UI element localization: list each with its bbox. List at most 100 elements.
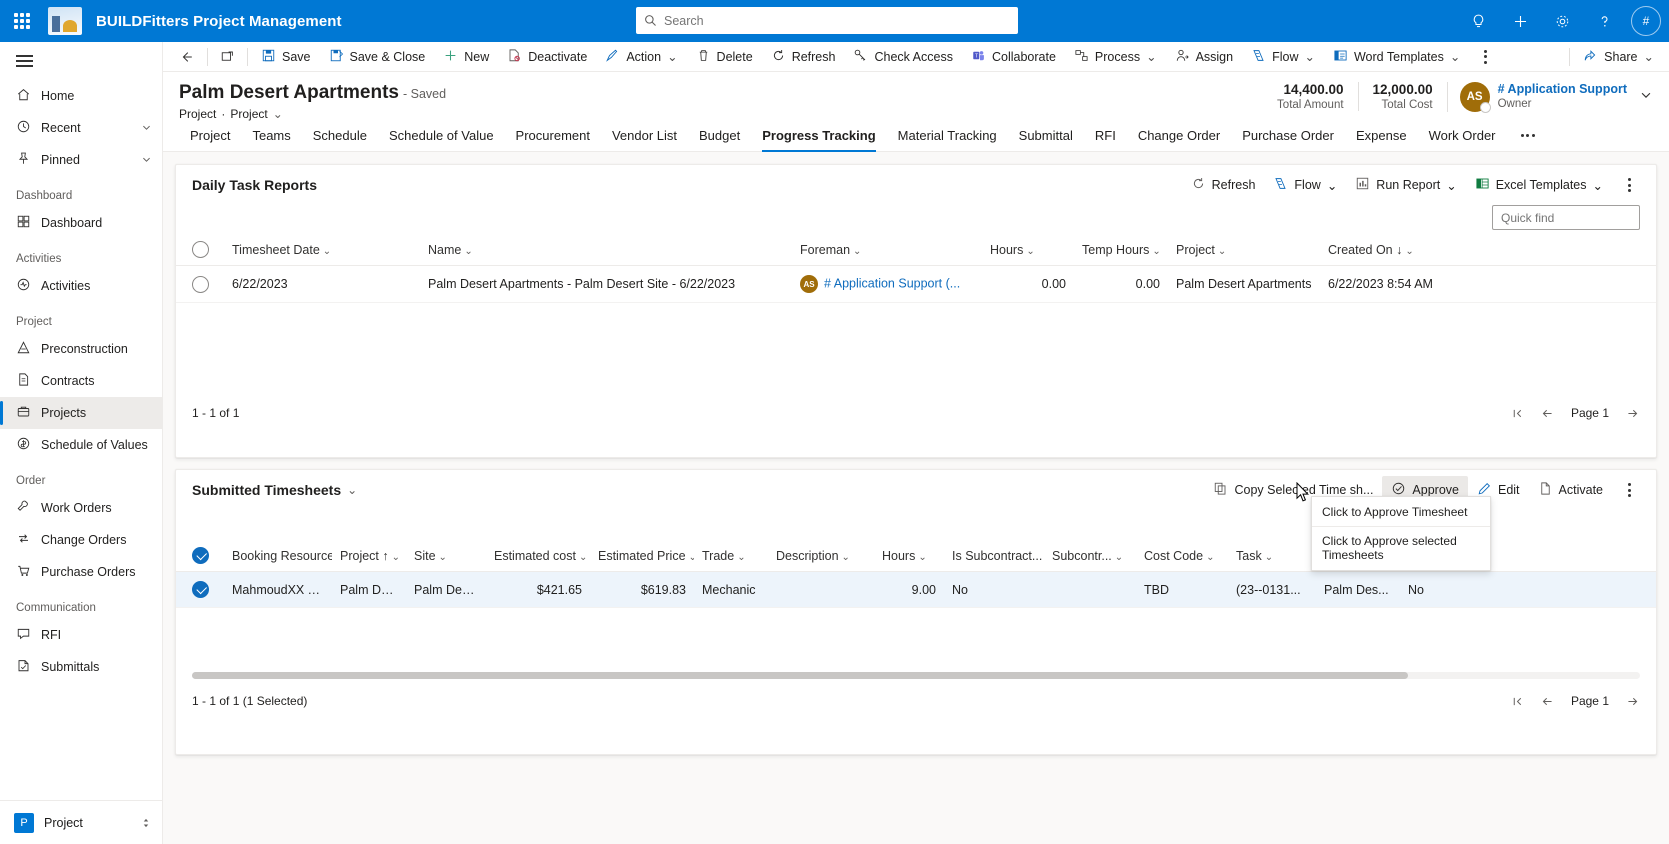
share-button[interactable]: Share ⌄ (1574, 43, 1663, 71)
chevron-down-icon[interactable]: ⌄ (347, 483, 357, 497)
row-select-cell[interactable] (176, 266, 224, 303)
tab-budget[interactable]: Budget (688, 120, 751, 152)
next-page-button[interactable] (1625, 695, 1640, 708)
search-input[interactable] (664, 14, 1010, 28)
chevron-down-icon[interactable]: ⌄ (667, 49, 677, 64)
previous-page-button[interactable] (1540, 695, 1555, 708)
chevron-down-icon[interactable]: ⌄ (1026, 246, 1034, 257)
row-checkbox[interactable] (192, 276, 209, 293)
column-header-subcontr[interactable]: Subcontr...⌄ (1044, 540, 1136, 572)
save-close-button[interactable]: Save & Close (320, 43, 435, 71)
flow-button[interactable]: Flow ⌄ (1242, 43, 1324, 71)
sidebar-item-schedule-of-values[interactable]: Schedule of Values (0, 429, 162, 461)
refresh-button[interactable]: Refresh (762, 43, 845, 71)
daily-task-reports-overflow-button[interactable] (1612, 171, 1646, 199)
next-page-button[interactable] (1625, 407, 1640, 420)
chevron-down-icon[interactable]: ⌄ (1450, 49, 1460, 64)
tab-progress-tracking[interactable]: Progress Tracking (751, 120, 886, 152)
chevron-down-icon[interactable] (1639, 88, 1653, 105)
back-arrow-icon[interactable] (171, 43, 203, 71)
table-row[interactable]: MahmoudXX Tan... Palm Des... Palm Des...… (176, 572, 1656, 608)
tab-expense[interactable]: Expense (1345, 120, 1418, 152)
sidebar-item-home[interactable]: Home (0, 80, 162, 112)
collaborate-button[interactable]: T Collaborate (962, 43, 1065, 71)
tab-vendor-list[interactable]: Vendor List (601, 120, 688, 152)
cell-daily-task[interactable]: Palm Des... (1316, 572, 1400, 608)
check-access-button[interactable]: Check Access (844, 43, 962, 71)
app-launcher-icon[interactable] (0, 0, 44, 42)
select-all-checkbox[interactable] (192, 241, 209, 258)
cell-project[interactable]: Palm Des... (332, 572, 406, 608)
quick-find-input[interactable] (1492, 205, 1640, 230)
cell-foreman-label[interactable]: # Application Support (... (824, 276, 960, 290)
sidebar-item-rfi[interactable]: RFI (0, 619, 162, 651)
chevron-down-icon[interactable]: ⌄ (1305, 49, 1315, 64)
table-row[interactable]: 6/22/2023 Palm Desert Apartments - Palm … (176, 266, 1656, 303)
sidebar-item-preconstruction[interactable]: Preconstruction (0, 333, 162, 365)
sidebar-item-pinned[interactable]: Pinned (0, 144, 162, 176)
column-header-is-subcontract[interactable]: Is Subcontract...⌄ (944, 540, 1044, 572)
sidebar-item-dashboard[interactable]: Dashboard (0, 207, 162, 239)
column-header-timesheet-date[interactable]: Timesheet Date⌄ (224, 234, 420, 266)
cell-task[interactable]: (23--0131... (1228, 572, 1316, 608)
cell-cost-code[interactable]: TBD (1136, 572, 1228, 608)
tab-purchase-order[interactable]: Purchase Order (1231, 120, 1345, 152)
chevron-down-icon[interactable]: ⌄ (1446, 178, 1456, 193)
tab-overflow-button[interactable] (1507, 120, 1549, 152)
column-header-estimated-price[interactable]: Estimated Price⌄ (590, 540, 694, 572)
column-header-trade[interactable]: Trade⌄ (694, 540, 768, 572)
sidebar-item-recent[interactable]: Recent (0, 112, 162, 144)
horizontal-scrollbar-thumb[interactable] (192, 672, 1408, 679)
new-button[interactable]: New (434, 43, 498, 71)
owner-name[interactable]: # Application Support (1498, 82, 1627, 96)
chevron-down-icon[interactable]: ⌄ (1115, 552, 1123, 563)
process-button[interactable]: Process ⌄ (1065, 43, 1166, 71)
flow-button[interactable]: Flow ⌄ (1264, 171, 1346, 199)
tab-material-tracking[interactable]: Material Tracking (887, 120, 1008, 152)
column-header-project[interactable]: Project⌄ (1168, 234, 1320, 266)
column-header-task[interactable]: Task⌄ (1228, 540, 1316, 572)
sidebar-item-work-orders[interactable]: Work Orders (0, 492, 162, 524)
cell-name[interactable]: Palm Desert Apartments - Palm Desert Sit… (420, 266, 792, 303)
column-header-hours[interactable]: Hours⌄ (982, 234, 1074, 266)
tab-procurement[interactable]: Procurement (505, 120, 601, 152)
first-page-button[interactable] (1511, 695, 1524, 708)
area-switcher[interactable]: P Project (0, 800, 162, 844)
refresh-button[interactable]: Refresh (1182, 171, 1265, 199)
chevron-down-icon[interactable]: ⌄ (1206, 552, 1214, 563)
column-header-booking-resource[interactable]: Booking Resource⌄ (224, 540, 332, 572)
run-report-button[interactable]: Run Report ⌄ (1346, 171, 1465, 199)
chevron-down-icon[interactable]: ⌄ (853, 246, 861, 257)
sidebar-item-activities[interactable]: Activities (0, 270, 162, 302)
sidebar-item-change-orders[interactable]: Change Orders (0, 524, 162, 556)
chevron-down-icon[interactable]: ⌄ (1327, 178, 1337, 193)
row-select-cell[interactable] (176, 572, 224, 608)
chevron-down-icon[interactable]: ⌄ (1593, 178, 1603, 193)
cell-project[interactable]: Palm Desert Apartments (1168, 266, 1320, 303)
cell-trade[interactable]: Mechanic (694, 572, 768, 608)
cell-foreman[interactable]: AS# Application Support (... (792, 266, 982, 303)
user-avatar[interactable]: # (1631, 6, 1661, 36)
lightbulb-icon[interactable] (1461, 4, 1495, 38)
submitted-timesheets-overflow-button[interactable] (1612, 476, 1646, 504)
question-icon[interactable] (1587, 4, 1621, 38)
tab-schedule[interactable]: Schedule (302, 120, 378, 152)
chevron-down-icon[interactable]: ⌄ (439, 552, 447, 563)
deactivate-button[interactable]: Deactivate (498, 43, 596, 71)
row-checkbox[interactable] (192, 581, 209, 598)
chevron-down-icon[interactable] (141, 153, 152, 168)
column-header-cost-code[interactable]: Cost Code⌄ (1136, 540, 1228, 572)
select-all-header[interactable] (176, 234, 224, 266)
tab-project[interactable]: Project (179, 120, 241, 152)
sidebar-item-projects[interactable]: Projects (0, 397, 162, 429)
select-all-header[interactable] (176, 540, 224, 572)
excel-templates-button[interactable]: Excel Templates ⌄ (1466, 171, 1612, 199)
assign-button[interactable]: Assign (1166, 43, 1243, 71)
hamburger-menu-icon[interactable] (0, 42, 162, 80)
column-header-created-on[interactable]: Created On ↓⌄ (1320, 234, 1656, 266)
cell-booking-resource[interactable]: MahmoudXX Tan... (224, 572, 332, 608)
chevron-down-icon[interactable]: ⌄ (579, 552, 587, 563)
chevron-down-icon[interactable]: ⌄ (1152, 246, 1160, 257)
delete-button[interactable]: Delete (687, 43, 762, 71)
save-button[interactable]: Save (252, 43, 320, 71)
